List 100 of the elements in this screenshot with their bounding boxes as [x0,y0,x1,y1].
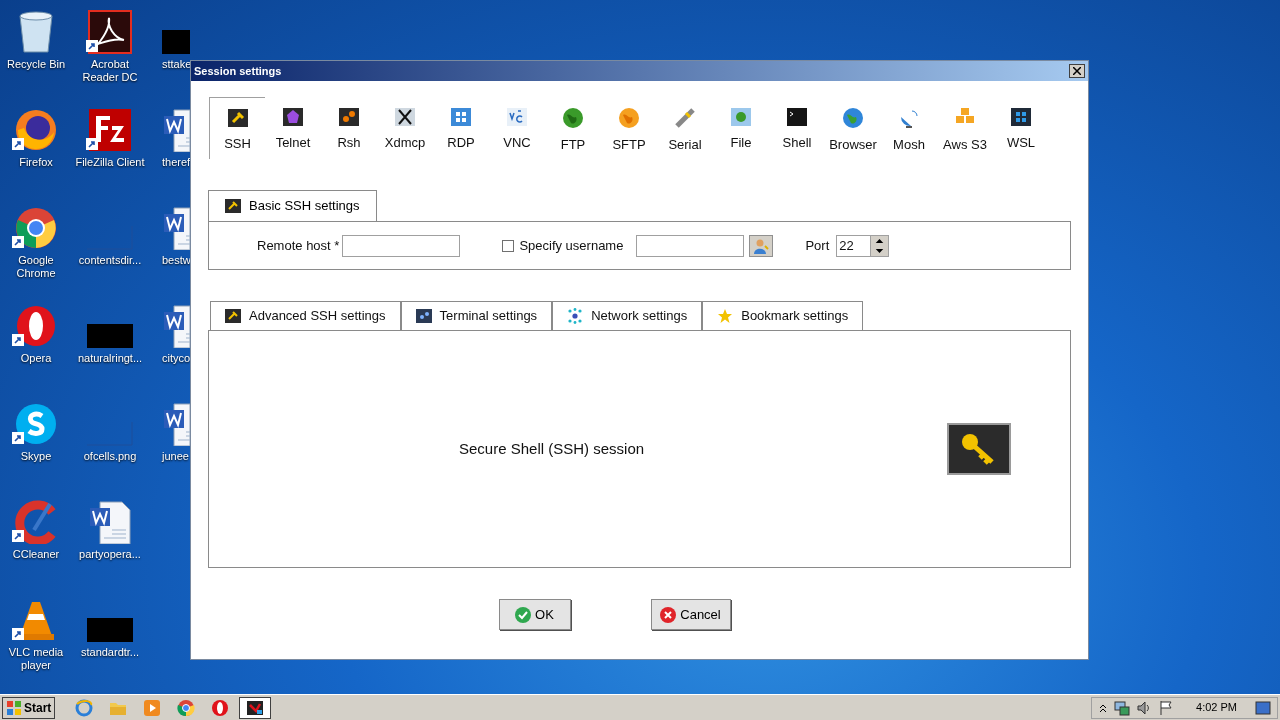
tab[interactable]: Basic SSH settings [208,190,377,221]
settings-tab[interactable]: Bookmark settings [702,301,864,330]
session-description: Secure Shell (SSH) session [459,438,645,459]
port-label: Port [805,236,830,255]
protocol-tab[interactable]: Browser [825,97,881,159]
desktop-icon-label[interactable]: theref [162,156,191,169]
filezilla-icon [88,108,132,152]
monitor-globe-icon [730,107,752,127]
cancel-button[interactable]: Cancel [650,599,731,630]
protocol-tab[interactable]: Shell [769,97,825,159]
desktop-icon-label[interactable]: Skype [20,450,52,463]
thumbnail-icon [87,618,133,642]
desktop-icon-label[interactable]: Opera [20,352,52,365]
clock[interactable]: 4:02 PM [1196,699,1237,716]
acrobat-icon [88,10,132,54]
protocol-tab[interactable]: FTP [545,97,601,159]
plug-icon [674,107,696,129]
word-document-icon [88,500,132,544]
internet-explorer-icon[interactable] [75,698,94,717]
desktop-icon-label[interactable]: FileZilla Client [75,156,145,169]
username-field[interactable] [636,234,745,257]
desktop-icon-label[interactable]: partyopera... [79,548,141,561]
remote-host-field[interactable] [342,234,461,257]
desktop-icon-label[interactable]: cityco [162,352,191,365]
thumbnail-icon [162,30,190,54]
window-title: Session settings [194,63,282,79]
cancel-circle-icon [660,606,677,623]
windows-logo-icon [1010,107,1032,127]
port-spinner[interactable]: 22 [836,234,890,257]
desktop-icon-label[interactable]: naturalringt... [77,352,143,365]
terminal-icon [786,107,808,127]
protocol-tab[interactable]: Xdmcp [377,97,433,159]
protocol-tab[interactable]: Aws S3 [937,97,993,159]
port-value: 22 [838,236,855,255]
desktop-icon-label[interactable]: contentsdir... [78,254,142,267]
desktop-icon-label[interactable]: Google Chrome [0,254,72,280]
opera-icon[interactable] [211,698,230,717]
desktop-icon-label[interactable]: VLC media player [0,646,72,672]
thumbnail-icon [87,324,133,348]
desktop-icon-label[interactable]: bestw [162,254,191,267]
settings-tab[interactable]: Advanced SSH settings [210,301,401,330]
desktop-icon-label[interactable]: CCleaner [12,548,60,561]
gears-icon [338,107,360,127]
monitor-windows-icon [450,107,472,127]
ccleaner-icon [14,500,58,544]
desktop-icon-label[interactable]: sttake [162,58,192,71]
chrome-icon [14,206,58,250]
monitor-vnc-icon [506,107,528,127]
settings-tab[interactable]: Network settings [552,301,703,330]
settings-tab[interactable]: Terminal settings [400,301,553,330]
globe-icon [562,107,584,129]
key-icon [226,108,249,128]
protocol-tab[interactable]: SFTP [601,97,657,159]
skype-icon [14,402,58,446]
show-desktop-icon[interactable] [1255,700,1271,715]
check-circle-icon [515,606,532,623]
protocol-tab[interactable]: VNC [489,97,545,159]
gem-icon [282,107,304,127]
desktop-icon-label[interactable]: Recycle Bin [6,58,66,71]
recycle-bin-icon [16,10,56,54]
star-icon [717,308,734,324]
close-button[interactable] [1069,64,1085,78]
desktop-icon-label[interactable]: junee [162,450,189,463]
windows-logo-icon [6,699,22,716]
protocol-tab[interactable]: File [713,97,769,159]
start-button[interactable]: Start [2,696,56,719]
globe-icon [618,107,640,129]
key-icon [225,199,241,213]
globe-icon [842,107,864,129]
specify-username-checkbox[interactable] [502,239,515,252]
ok-button[interactable]: OK [498,599,571,630]
protocol-tab[interactable]: Serial [657,97,713,159]
desktop-icon-label[interactable]: standardtr... [80,646,140,659]
close-icon [1073,67,1081,75]
protocol-tab[interactable]: Rsh [321,97,377,159]
chevron-up-icon[interactable] [1098,702,1109,713]
desktop-icon-label[interactable]: Firefox [19,156,53,169]
protocol-tab[interactable]: SSH [209,97,265,159]
chrome-icon[interactable] [177,698,196,717]
user-button[interactable] [749,234,774,257]
network-icon [567,308,584,324]
terminal-icon [415,309,432,323]
protocol-tab[interactable]: Mosh [881,97,937,159]
protocol-tab[interactable]: Telnet [265,97,321,159]
desktop-icon-label[interactable]: ofcells.png [83,450,137,463]
satellite-dish-icon [898,107,920,129]
network-icon[interactable] [1114,699,1131,716]
protocol-tab[interactable]: RDP [433,97,489,159]
key-icon [225,309,241,323]
remote-host-label: Remote host * [257,236,340,255]
specify-username-label: Specify username [519,236,624,255]
firefox-icon [14,108,58,152]
desktop-icon-label[interactable]: Acrobat Reader DC [74,58,146,84]
user-icon [753,237,770,254]
tab-label: Basic SSH settings [249,197,360,216]
monitor-x-icon [394,107,416,127]
protocol-tab[interactable]: WSL [993,97,1049,159]
opera-icon [14,304,58,348]
terminal-app-icon[interactable] [246,698,265,717]
flag-icon[interactable] [1158,699,1175,716]
